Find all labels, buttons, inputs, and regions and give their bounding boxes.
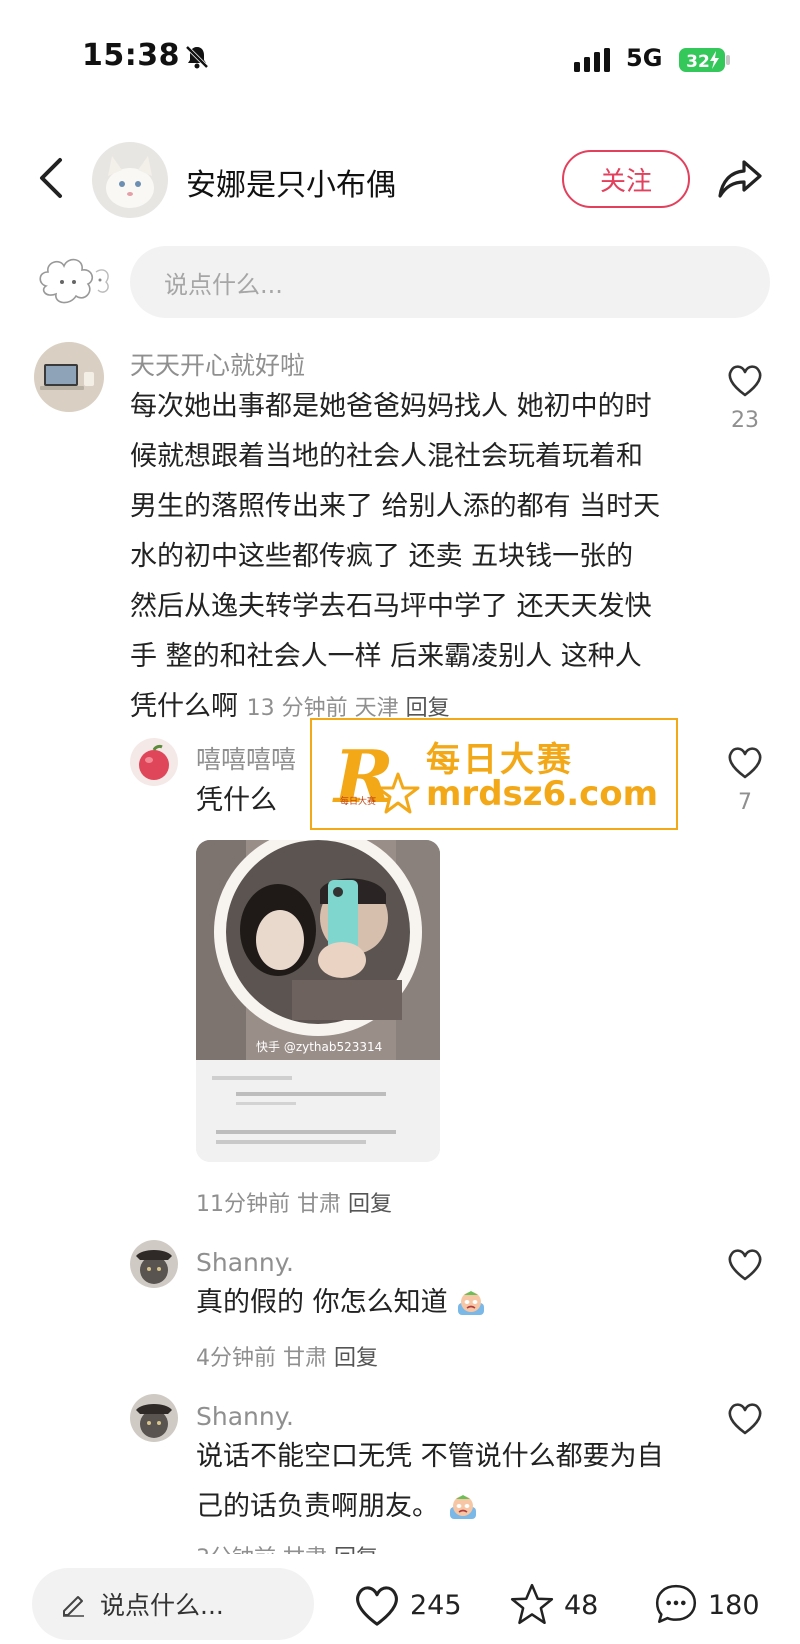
bell-off-icon — [185, 45, 209, 69]
star-logo-icon — [376, 772, 420, 814]
comment-location: 甘肃 — [283, 1346, 328, 1371]
commenter-avatar[interactable] — [130, 738, 178, 786]
commenter-name[interactable]: 嘻嘻嘻嘻 — [196, 740, 296, 776]
watermark-small-text: 每日大赛 — [340, 797, 377, 807]
commenter-avatar[interactable] — [34, 342, 104, 412]
watermark-url: mrdsz6.com — [426, 774, 659, 814]
commenter-name[interactable]: Shanny. — [196, 1402, 294, 1431]
favorite-total: 48 — [564, 1589, 599, 1621]
photo-caption: 快手 @zythab523314 — [256, 1040, 383, 1054]
commenter-avatar[interactable] — [130, 1240, 178, 1288]
crying-emoji-icon — [449, 1494, 476, 1519]
comment-text: 真的假的 你怎么知道 — [196, 1278, 486, 1328]
comment-body: 真的假的 你怎么知道 — [196, 1287, 448, 1318]
reply-button[interactable]: 回复 — [348, 1192, 392, 1217]
comment-input[interactable]: 说点什么... — [130, 246, 770, 318]
comment-line: 然后从逸夫转学去石马坪中学了 还天天发快 — [130, 591, 652, 622]
favorite-button[interactable]: 48 — [508, 1582, 598, 1628]
share-icon[interactable] — [716, 156, 764, 200]
network-label: 5G — [626, 44, 663, 72]
my-avatar[interactable] — [34, 246, 114, 316]
bottom-comment-input[interactable]: 说点什么... — [32, 1568, 314, 1640]
comment-meta: 11分钟前 甘肃 回复 — [196, 1186, 392, 1218]
comment-text: 凭什么 — [196, 785, 277, 816]
comment-total: 180 — [708, 1589, 760, 1621]
comment-line: 水的初中这些都传疯了 还卖 五块钱一张的 — [130, 541, 634, 572]
comment-time: 4分钟前 — [196, 1346, 276, 1371]
heart-icon[interactable] — [726, 1246, 764, 1282]
comment-line: 己的话负责啊朋友。 — [196, 1482, 716, 1532]
comment-line: 手 整的和社会人一样 后来霸凌别人 这种人 — [130, 641, 642, 672]
like-button[interactable]: 245 — [352, 1582, 462, 1628]
comment-meta: 4分钟前 甘肃 回复 — [196, 1340, 378, 1372]
status-time: 15:38 — [82, 38, 180, 73]
comment-time: 11分钟前 — [196, 1192, 290, 1217]
heart-icon[interactable] — [726, 744, 764, 780]
comment-line: 男生的落照传出来了 给别人添的都有 当时天 — [130, 491, 661, 522]
star-icon — [510, 1583, 554, 1625]
commenter-name[interactable]: Shanny. — [196, 1248, 294, 1277]
bottom-input-label: 说点什么... — [100, 1591, 224, 1620]
reply-button[interactable]: 回复 — [334, 1346, 378, 1371]
comment-line: 说话不能空口无凭 不管说什么都要为自 — [196, 1441, 664, 1472]
comment-line: 每次她出事都是她爸爸妈妈找人 她初中的时 — [130, 391, 652, 422]
comment-line: 候就想跟着当地的社会人混社会玩着玩着和 — [130, 441, 643, 472]
watermark-banner: R 每日大赛 每日大赛 mrdsz6.com — [310, 718, 678, 830]
like-count: 23 — [731, 408, 759, 433]
comment-body: 己的话负责啊朋友。 — [196, 1491, 439, 1522]
heart-icon[interactable] — [726, 362, 764, 398]
comment-button[interactable]: 180 — [652, 1582, 760, 1628]
comment-text: 每次她出事都是她爸爸妈妈找人 她初中的时 候就想跟着当地的社会人混社会玩着玩着和… — [130, 382, 690, 734]
back-icon[interactable] — [34, 156, 68, 200]
comment-icon — [655, 1584, 697, 1623]
commenter-avatar[interactable] — [130, 1394, 178, 1442]
follow-button[interactable]: 关注 — [562, 150, 690, 208]
comment-text: 说话不能空口无凭 不管说什么都要为自 己的话负责啊朋友。 — [196, 1432, 716, 1532]
comment-location: 甘肃 — [297, 1192, 342, 1217]
like-count: 7 — [738, 790, 752, 815]
comment-last-line: 凭什么啊 — [130, 691, 238, 722]
battery-icon: 32 — [679, 48, 730, 72]
signal-icon — [574, 48, 610, 72]
svg-text:32: 32 — [686, 52, 710, 72]
crying-emoji-icon — [458, 1290, 485, 1315]
author-name[interactable]: 安娜是只小布偶 — [186, 160, 396, 204]
like-total: 245 — [410, 1589, 462, 1621]
heart-icon — [356, 1586, 398, 1626]
commenter-name[interactable]: 天天开心就好啦 — [130, 346, 305, 382]
heart-icon[interactable] — [726, 1400, 764, 1436]
pencil-icon — [63, 1596, 84, 1617]
author-avatar[interactable] — [92, 142, 168, 218]
comment-attached-photo[interactable]: 快手 @zythab523314 — [196, 840, 440, 1162]
